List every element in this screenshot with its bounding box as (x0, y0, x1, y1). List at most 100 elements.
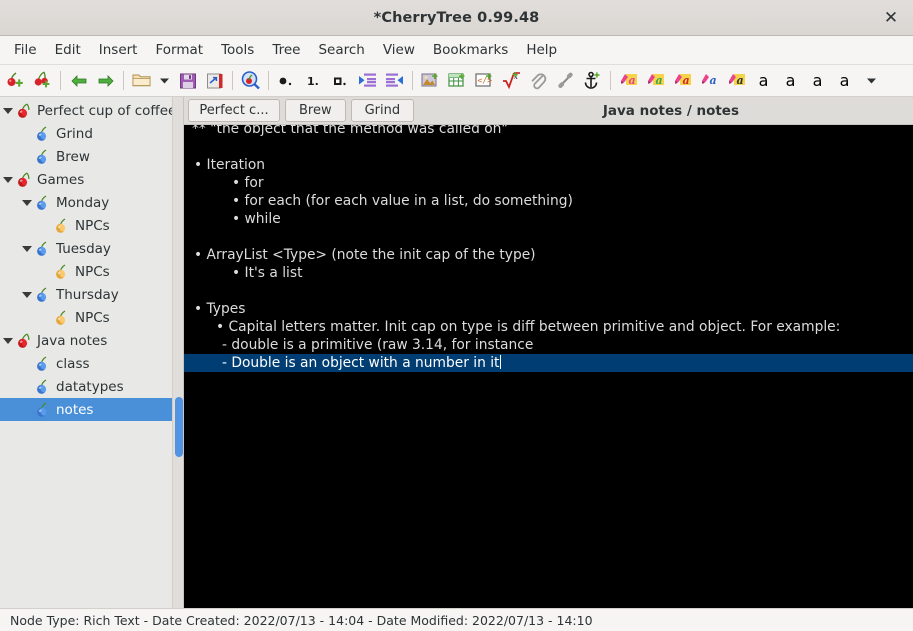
editor-line[interactable]: • Types (184, 300, 913, 318)
tree-node-datatypes[interactable]: datatypes (0, 375, 183, 398)
tree-node-java-notes[interactable]: Java notes (0, 329, 183, 352)
sidebar-scrollbar[interactable] (172, 97, 183, 608)
rich-text-editor[interactable]: ** "the object that the method was calle… (184, 125, 913, 608)
menu-search[interactable]: Search (309, 39, 373, 61)
new-node-icon[interactable] (2, 67, 29, 95)
foreground-color-icon[interactable]: a (615, 67, 642, 95)
attach-file-icon[interactable] (525, 67, 552, 95)
insert-anchor-icon[interactable] (579, 67, 606, 95)
tree-node-thursday[interactable]: Thursday (0, 283, 183, 306)
editor-line[interactable]: • It's a list (184, 264, 913, 282)
tree-expander-open-icon[interactable] (19, 283, 35, 306)
tree-node-monday-npcs[interactable]: NPCs (0, 214, 183, 237)
editor-line[interactable]: - double is a primitive (raw 3.14, for i… (184, 336, 913, 354)
menu-edit[interactable]: Edit (46, 39, 90, 61)
bulleted-list-icon[interactable] (273, 67, 300, 95)
main-area: Perfect cup of coffee Grind Brew Games M… (0, 97, 913, 608)
numbered-list-icon[interactable]: 1. (300, 67, 327, 95)
menu-view[interactable]: View (374, 39, 424, 61)
svg-text:x: x (514, 72, 519, 81)
editor-line[interactable]: ** "the object that the method was calle… (184, 125, 913, 138)
tree-expander-open-icon[interactable] (19, 191, 35, 214)
strikethrough-icon[interactable]: a (831, 67, 858, 95)
menu-tools[interactable]: Tools (212, 39, 263, 61)
chevron-down-icon[interactable] (155, 67, 174, 95)
tree-node-perfect-cup-of-coffee[interactable]: Perfect cup of coffee (0, 99, 183, 122)
tree-node-label: class (56, 355, 90, 372)
tab-grind[interactable]: Grind (350, 99, 415, 122)
svg-text:1.: 1. (307, 75, 319, 88)
menu-file[interactable]: File (5, 39, 46, 61)
menu-tree[interactable]: Tree (263, 39, 309, 61)
find-icon[interactable] (237, 67, 264, 95)
insert-latex-icon[interactable]: x (498, 67, 525, 95)
tree-node-monday[interactable]: Monday (0, 191, 183, 214)
insert-table-icon[interactable] (444, 67, 471, 95)
insert-image-icon[interactable] (417, 67, 444, 95)
tree-node-label: Games (37, 171, 85, 188)
editor-line[interactable]: • Capital letters matter. Init cap on ty… (184, 318, 913, 336)
tree-node-label: NPCs (75, 263, 110, 280)
svg-text:</>: </> (478, 76, 493, 85)
menu-format[interactable]: Format (146, 39, 212, 61)
cherry-blue-icon (35, 286, 52, 303)
tree-expander-open-icon[interactable] (0, 168, 16, 191)
editor-line-text: - double is a primitive (raw 3.14, for i… (222, 337, 534, 353)
bold-icon[interactable]: a (750, 67, 777, 95)
italic-icon[interactable]: a (777, 67, 804, 95)
close-icon[interactable]: ✕ (869, 0, 913, 36)
editor-line[interactable]: • Iteration (184, 156, 913, 174)
tree-expander-spacer (19, 352, 35, 375)
go-back-icon[interactable] (65, 67, 92, 95)
remove-color-icon[interactable]: a (669, 67, 696, 95)
background-color-icon[interactable]: a (642, 67, 669, 95)
editor-line[interactable]: • ArrayList <Type> (note the init cap of… (184, 246, 913, 264)
editor-line-text: • Capital letters matter. Init cap on ty… (216, 319, 841, 335)
open-file-icon[interactable] (128, 67, 155, 95)
toolbar-overflow-icon[interactable] (858, 67, 885, 95)
save-as-icon[interactable] (201, 67, 228, 95)
tree-node-label: Perfect cup of coffee (37, 102, 177, 119)
tree-node-class[interactable]: class (0, 352, 183, 375)
editor-line[interactable] (184, 282, 913, 300)
insert-link-icon[interactable] (552, 67, 579, 95)
menu-insert[interactable]: Insert (90, 39, 147, 61)
tree-node-tuesday-npcs[interactable]: NPCs (0, 260, 183, 283)
editor-line-selected[interactable]: - Double is an object with a number in i… (184, 354, 913, 372)
editor-line[interactable]: • while (184, 210, 913, 228)
tree-expander-open-icon[interactable] (0, 99, 16, 122)
tree-node-games[interactable]: Games (0, 168, 183, 191)
sidebar-scrollbar-thumb[interactable] (175, 397, 183, 457)
tree-node-grind[interactable]: Grind (0, 122, 183, 145)
indent-decrease-icon[interactable] (381, 67, 408, 95)
tab-bar: Perfect c... Brew Grind Java notes / notes (184, 97, 913, 125)
tree-expander-spacer (19, 375, 35, 398)
tree-node-brew[interactable]: Brew (0, 145, 183, 168)
indent-increase-icon[interactable] (354, 67, 381, 95)
todo-list-icon[interactable] (327, 67, 354, 95)
highlight-color-icon[interactable]: a (723, 67, 750, 95)
insert-codebox-icon[interactable]: </> (471, 67, 498, 95)
tab-brew[interactable]: Brew (285, 99, 346, 122)
tree-node-thursday-npcs[interactable]: NPCs (0, 306, 183, 329)
cherry-blue-icon (35, 378, 52, 395)
tree-expander-open-icon[interactable] (0, 329, 16, 352)
menu-bookmarks[interactable]: Bookmarks (424, 39, 517, 61)
tree-node-label: notes (56, 401, 94, 418)
tree-expander-open-icon[interactable] (19, 237, 35, 260)
editor-line[interactable] (184, 228, 913, 246)
tree-node-tuesday[interactable]: Tuesday (0, 237, 183, 260)
cherrytree-window: *CherryTree 0.99.48 ✕ File Edit Insert Form… (0, 0, 913, 631)
editor-line[interactable]: • for each (for each value in a list, do… (184, 192, 913, 210)
editor-line[interactable] (184, 138, 913, 156)
tree-node-label: NPCs (75, 217, 110, 234)
save-icon[interactable] (174, 67, 201, 95)
text-color-icon[interactable]: a (696, 67, 723, 95)
tab-perfect-cup[interactable]: Perfect c... (188, 99, 280, 122)
new-subnode-icon[interactable] (29, 67, 56, 95)
underline-icon[interactable]: a (804, 67, 831, 95)
menu-help[interactable]: Help (517, 39, 566, 61)
go-forward-icon[interactable] (92, 67, 119, 95)
tree-node-notes[interactable]: notes (0, 398, 183, 421)
editor-line[interactable]: • for (184, 174, 913, 192)
